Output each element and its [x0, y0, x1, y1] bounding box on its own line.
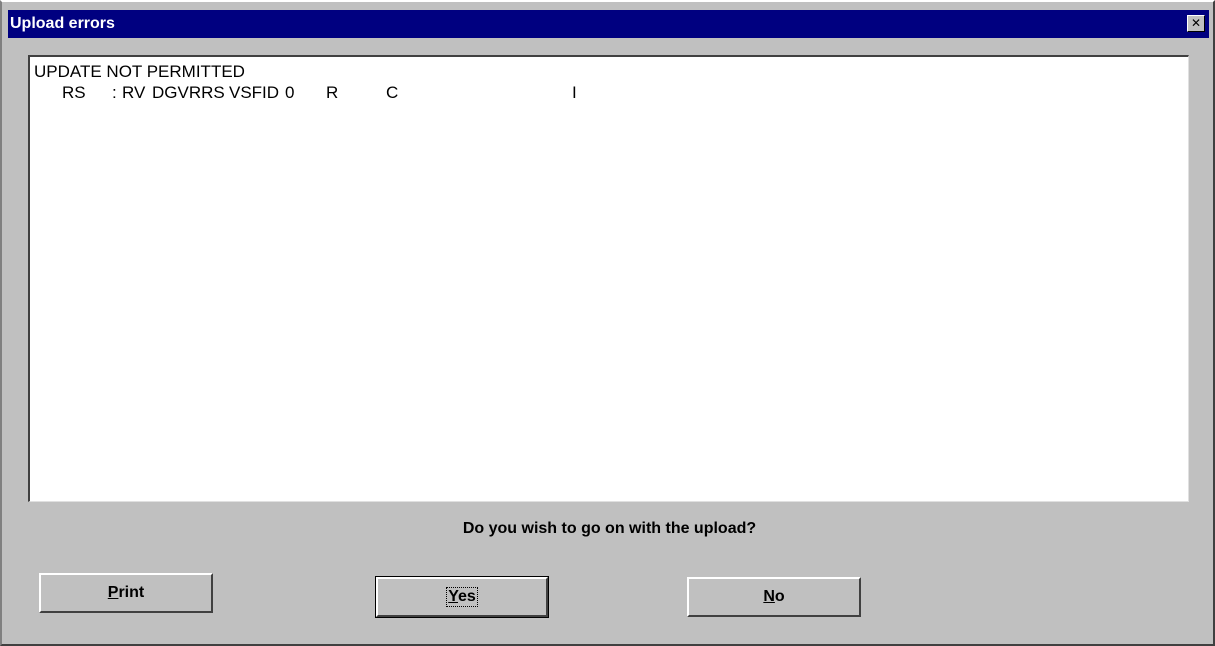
yes-button[interactable]: Yes [375, 576, 549, 618]
error-token: RV [122, 83, 146, 102]
error-heading-line: UPDATE NOT PERMITTED [34, 61, 1188, 82]
title-bar: Upload errors ✕ [8, 10, 1209, 38]
yes-mnemonic: Y [448, 588, 458, 605]
error-token: VSFID [229, 83, 280, 102]
error-heading: UPDATE NOT PERMITTED [34, 62, 245, 81]
error-token: I [572, 83, 577, 102]
error-token: R [326, 83, 339, 102]
error-token: DGVRRS [152, 83, 225, 102]
window-title: Upload errors [10, 15, 115, 32]
print-mnemonic: P [107, 584, 119, 601]
error-token: : [112, 83, 117, 102]
upload-errors-dialog: Upload errors ✕ UPDATE NOT PERMITTED RS … [0, 0, 1215, 646]
no-mnemonic: N [763, 588, 775, 605]
no-button[interactable]: No [687, 577, 861, 617]
yes-focus-rect: Yes [446, 587, 478, 607]
yes-label: es [458, 588, 476, 605]
print-button[interactable]: Print [39, 573, 213, 613]
prompt-question: Do you wish to go on with the upload? [462, 520, 757, 537]
error-token: RS [62, 83, 86, 102]
error-detail-line: RS : RV DGVRRS VSFID 0 R C I [34, 82, 1188, 103]
close-icon: ✕ [1190, 16, 1202, 30]
error-token: C [386, 83, 399, 102]
print-label: rint [118, 584, 145, 601]
no-label: o [774, 588, 785, 605]
error-token: 0 [285, 83, 295, 102]
close-button[interactable]: ✕ [1187, 15, 1205, 32]
error-list-box[interactable]: UPDATE NOT PERMITTED RS : RV DGVRRS VSFI… [28, 55, 1189, 502]
